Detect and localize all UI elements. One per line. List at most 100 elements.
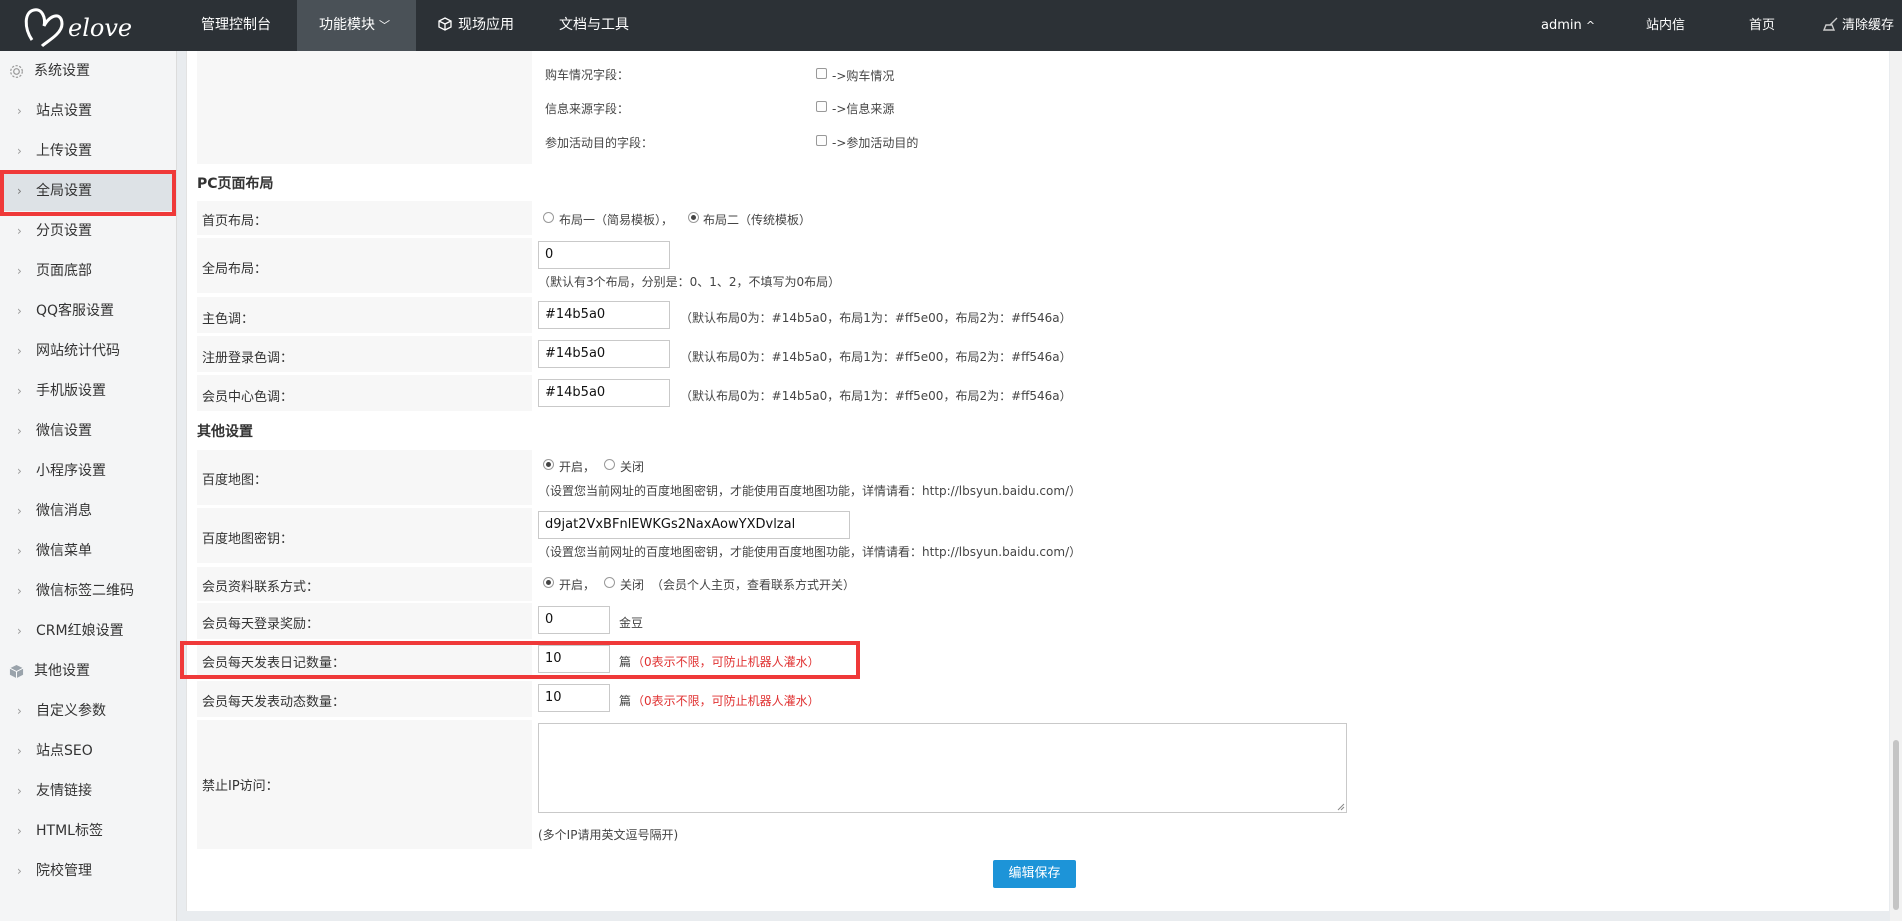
- top-navbar: elove 管理控制台 功能模块 ﹀ 现场应用 文档与工具 admin ^ 站内信…: [0, 0, 1902, 51]
- radio-contact-off[interactable]: [604, 577, 615, 588]
- nav-messages[interactable]: 站内信: [1646, 0, 1685, 51]
- checkbox-label: ->信息来源: [832, 102, 895, 116]
- chevron-down-icon: ﹀: [379, 19, 390, 32]
- nav-live-apps[interactable]: 现场应用: [416, 0, 536, 51]
- main-color-input[interactable]: #14b5a0: [538, 301, 670, 329]
- field-hint: （设置您当前网址的百度地图密钥，才能使用百度地图功能，详情请看：http://l…: [538, 545, 1082, 559]
- chevron-right-icon: ›: [17, 584, 22, 598]
- field-label: 注册登录色调：: [202, 351, 294, 366]
- sidebar-item-label: 微信标签二维码: [36, 583, 134, 599]
- clear-cache-button[interactable]: 清除缓存: [1822, 0, 1894, 51]
- register-color-input[interactable]: #14b5a0: [538, 340, 670, 368]
- sidebar-item-crm[interactable]: › CRM红娘设置: [0, 611, 177, 651]
- field-label: 首页布局：: [202, 214, 268, 229]
- sidebar-item-wechat[interactable]: › 微信设置: [0, 411, 177, 451]
- sidebar-item-custom-params[interactable]: › 自定义参数: [0, 691, 177, 731]
- sidebar-item-seo[interactable]: › 站点SEO: [0, 731, 177, 771]
- radio-map-on[interactable]: [543, 459, 554, 470]
- field-hint: （默认布局0为：#14b5a0，布局1为：#ff5e00，布局2为：#ff546…: [680, 350, 1072, 364]
- sidebar-item-wechat-qrcode[interactable]: › 微信标签二维码: [0, 571, 177, 611]
- radio-layout-1[interactable]: [543, 212, 554, 223]
- radio-label: 关闭: [620, 460, 645, 474]
- sidebar-item-wechat-message[interactable]: › 微信消息: [0, 491, 177, 531]
- nav-function-modules[interactable]: 功能模块 ﹀: [297, 0, 416, 51]
- chevron-right-icon: ›: [17, 224, 22, 238]
- chevron-right-icon: ›: [17, 864, 22, 878]
- field-label: 全局布局：: [202, 262, 268, 277]
- resize-handle-icon[interactable]: [1337, 803, 1345, 811]
- login-reward-input[interactable]: 0: [538, 606, 610, 634]
- baidu-key-input[interactable]: d9jat2VxBFnlEWKGs2NaxAowYXDvlzal: [538, 511, 850, 539]
- scrollbar-thumb[interactable]: [1893, 740, 1899, 910]
- sidebar-item-label: 页面底部: [36, 263, 92, 279]
- sidebar-item-pagination[interactable]: › 分页设置: [0, 211, 177, 251]
- sidebar-item-links[interactable]: › 友情链接: [0, 771, 177, 811]
- sidebar-item-qq[interactable]: › QQ客服设置: [0, 291, 177, 331]
- user-menu[interactable]: admin ^: [1541, 0, 1595, 51]
- sidebar-group-system[interactable]: 系统设置: [0, 51, 177, 91]
- chevron-right-icon: ›: [17, 624, 22, 638]
- nav-label: 文档与工具: [559, 17, 629, 33]
- nav-label: 功能模块: [319, 17, 375, 33]
- nav-admin-console[interactable]: 管理控制台: [179, 0, 293, 51]
- radio-contact-on[interactable]: [543, 577, 554, 588]
- svg-text:elove: elove: [68, 14, 132, 42]
- field-unit: 金豆: [619, 616, 644, 630]
- chevron-right-icon: ›: [17, 504, 22, 518]
- sidebar-item-upload[interactable]: › 上传设置: [0, 131, 177, 171]
- save-button[interactable]: 编辑保存: [993, 860, 1076, 888]
- sidebar-item-schools[interactable]: › 院校管理: [0, 851, 177, 891]
- nav-home[interactable]: 首页: [1749, 0, 1775, 51]
- sidebar-item-label: 微信消息: [36, 503, 92, 519]
- global-layout-input[interactable]: 0: [538, 241, 670, 269]
- broom-icon: [1822, 17, 1838, 31]
- sidebar-item-label: 手机版设置: [36, 383, 106, 399]
- sidebar-item-label: 站点设置: [36, 103, 92, 119]
- field-label: 主色调：: [202, 312, 255, 327]
- logo[interactable]: elove: [22, 4, 162, 48]
- sidebar-group-other[interactable]: 其他设置: [0, 651, 177, 691]
- nav-label: 现场应用: [458, 17, 514, 33]
- gear-icon: [10, 65, 23, 78]
- dynamic-count-input[interactable]: 10: [538, 684, 610, 712]
- sidebar-item-miniprogram[interactable]: › 小程序设置: [0, 451, 177, 491]
- checkbox[interactable]: [816, 68, 827, 79]
- sidebar-item-label: 自定义参数: [36, 703, 106, 719]
- sidebar-item-site[interactable]: › 站点设置: [0, 91, 177, 131]
- sidebar-item-html-tags[interactable]: › HTML标签: [0, 811, 177, 851]
- sidebar-item-label: 网站统计代码: [36, 343, 120, 359]
- highlight-box: [0, 170, 176, 216]
- checkbox[interactable]: [816, 101, 827, 112]
- sidebar-item-mobile[interactable]: › 手机版设置: [0, 371, 177, 411]
- member-color-input[interactable]: #14b5a0: [538, 379, 670, 407]
- sidebar-item-label: 友情链接: [36, 783, 92, 799]
- radio-map-off[interactable]: [604, 459, 615, 470]
- sidebar-item-stats[interactable]: › 网站统计代码: [0, 331, 177, 371]
- checkbox-label: ->参加活动目的: [832, 136, 919, 150]
- ban-ip-textarea[interactable]: [538, 723, 1347, 813]
- chevron-right-icon: ›: [17, 464, 22, 478]
- radio-label: 布局二（传统模板）: [703, 213, 812, 227]
- nav-docs-tools[interactable]: 文档与工具: [537, 0, 651, 51]
- field-hint: （默认布局0为：#14b5a0，布局1为：#ff5e00，布局2为：#ff546…: [680, 311, 1072, 325]
- radio-label: 关闭: [620, 578, 645, 592]
- radio-label: 布局一（简易模板），: [559, 213, 674, 227]
- chevron-right-icon: ›: [17, 384, 22, 398]
- sidebar-item-label: 分页设置: [36, 223, 92, 239]
- sidebar-item-wechat-menu[interactable]: › 微信菜单: [0, 531, 177, 571]
- cube-icon: [438, 17, 452, 31]
- chevron-right-icon: ›: [17, 304, 22, 318]
- sidebar-item-footer[interactable]: › 页面底部: [0, 251, 177, 291]
- sidebar-item-label: 站点SEO: [36, 743, 93, 759]
- radio-layout-2[interactable]: [688, 212, 699, 223]
- field-hint: （默认布局0为：#14b5a0，布局1为：#ff5e00，布局2为：#ff546…: [680, 389, 1072, 403]
- radio-label: 开启，: [559, 460, 596, 474]
- field-hint-warning: （0表示不限，可防止机器人灌水）: [632, 694, 820, 708]
- field-hint: (多个IP请用英文逗号隔开): [538, 828, 679, 842]
- checkbox[interactable]: [816, 135, 827, 146]
- chevron-right-icon: ›: [17, 264, 22, 278]
- field-label: 会员资料联系方式：: [202, 580, 320, 595]
- field-label: 会员中心色调：: [202, 390, 294, 405]
- chevron-right-icon: ›: [17, 784, 22, 798]
- chevron-right-icon: ›: [17, 824, 22, 838]
